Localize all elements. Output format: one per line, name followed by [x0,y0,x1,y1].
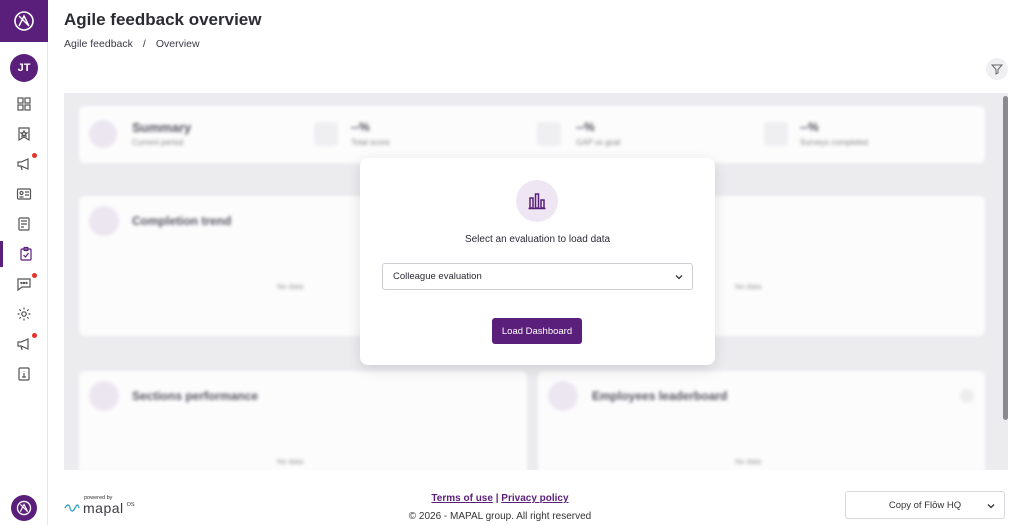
card-title: Employees leaderboard [592,389,728,403]
star-icon [314,122,338,146]
link-separator: | [495,493,499,504]
notification-dot [32,153,37,158]
metric-label: GAP vs goal [576,138,621,147]
sidebar-item-settings[interactable] [0,301,48,327]
employees-leaderboard-card: Employees leaderboard No data [538,371,985,470]
evaluation-select-value: Colleague evaluation [393,271,482,282]
summary-card: Summary Current period --% Total score -… [79,106,985,163]
megaphone-icon [17,338,29,351]
metric-label: Surveys completed [800,138,869,147]
metric-label: Total score [351,138,390,147]
empty-state: No data [277,282,304,291]
user-avatar[interactable]: JT [10,54,38,82]
app: JT Agile feedback overview Agile feedbac… [0,0,1024,525]
page-title: Agile feedback overview [64,10,262,29]
metric-value: --% [351,120,370,134]
sidebar-item-badges[interactable] [0,121,48,147]
compass-logo-icon [14,11,34,31]
empty-state: No data [277,457,304,466]
clipboard-check-icon [19,246,32,261]
sidebar-item-info[interactable] [0,361,48,387]
chevron-down-icon [987,504,995,509]
summary-icon [89,120,117,148]
card-title: Sections performance [132,389,259,403]
breadcrumb-separator: / [142,38,146,50]
organization-select-value: Copy of Flōw HQ [888,499,962,511]
medal-icon [548,381,578,411]
summary-subtitle: Current period [132,138,184,147]
chevron-down-icon [675,275,683,280]
sidebar-item-messages[interactable] [0,271,48,297]
sections-performance-card: Sections performance No data [79,371,527,470]
sidebar-item-announcements[interactable] [0,151,48,177]
breadcrumb-agile-feedback[interactable]: Agile feedback [64,38,133,50]
breadcrumb: Agile feedback / Overview [64,38,200,50]
organization-select[interactable]: Copy of Flōw HQ [845,491,1005,519]
grid-icon [17,97,31,111]
trend-icon [89,206,119,236]
megaphone-icon [17,158,29,171]
trophy-icon [89,381,119,411]
load-dashboard-button[interactable]: Load Dashboard [492,318,582,344]
notification-dot [32,273,37,278]
sidebar-item-agile-feedback[interactable] [0,241,48,267]
sidebar-item-profile[interactable] [0,181,48,207]
filter-button[interactable] [986,58,1008,80]
sidebar-item-dashboard[interactable] [0,91,48,117]
chart-icon [516,180,558,222]
empty-state: No data [735,457,762,466]
badge-icon [18,127,30,142]
metric-value: --% [576,120,595,134]
notification-dot [32,333,37,338]
summary-title: Summary [132,120,192,135]
document-icon [764,122,788,146]
metric-value: --% [800,120,819,134]
id-card-icon [16,188,32,200]
terms-link[interactable]: Terms of use [431,493,493,504]
filter-icon [991,64,1003,75]
gear-icon [17,307,31,321]
breadcrumb-overview: Overview [155,38,200,50]
card-title: Completion trend [132,214,232,228]
scrollbar[interactable] [1003,96,1008,420]
modal-prompt: Select an evaluation to load data [464,234,611,245]
evaluation-modal: Select an evaluation to load data Collea… [360,158,715,365]
chat-icon [17,278,31,292]
info-icon [18,367,30,381]
sidebar-item-campaigns[interactable] [0,331,48,357]
app-logo[interactable] [0,0,48,42]
sidebar-item-reports[interactable] [0,211,48,237]
report-icon [18,217,30,231]
privacy-link[interactable]: Privacy policy [501,493,568,504]
sidebar: JT [0,0,48,525]
info-icon [960,389,974,403]
evaluation-select[interactable]: Colleague evaluation [382,263,693,290]
gauge-icon [537,122,561,146]
empty-state: No data [735,282,762,291]
